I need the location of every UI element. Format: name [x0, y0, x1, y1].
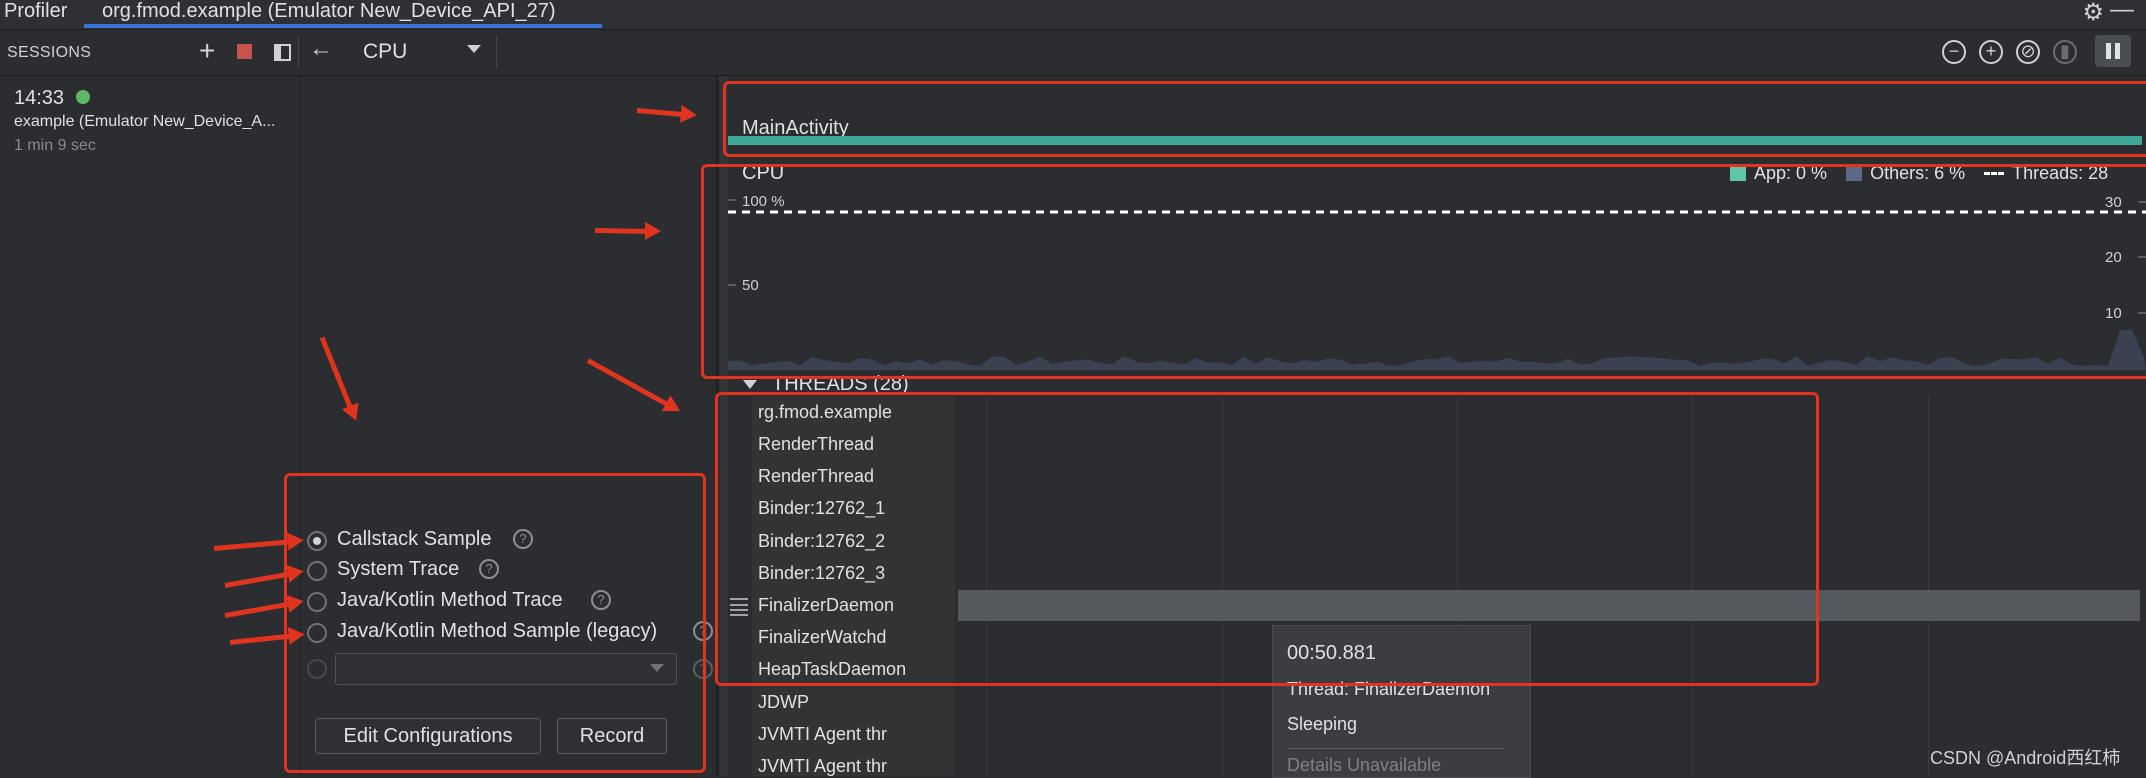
annotation-arrow	[594, 228, 652, 234]
annotation-box-config	[284, 473, 706, 773]
zoom-in-icon[interactable]: +	[1979, 40, 2003, 64]
stop-icon[interactable]	[237, 44, 252, 59]
tab-app-session[interactable]: org.fmod.example (Emulator New_Device_AP…	[102, 0, 556, 22]
annotation-box-cpu	[701, 164, 2146, 379]
toolbar-divider	[496, 36, 497, 68]
grid-line	[1928, 396, 1929, 776]
add-session-icon[interactable]: +	[199, 37, 215, 65]
reset-zoom-icon[interactable]: ⊘	[2016, 40, 2040, 64]
watermark: CSDN @Android西红柿	[1930, 748, 2121, 768]
chevron-down-icon[interactable]	[467, 45, 481, 53]
session-live-indicator	[76, 90, 90, 104]
tooltip-details: Details Unavailable	[1287, 755, 1442, 775]
thread-row[interactable]: JVMTI Agent thr	[758, 724, 887, 745]
sessions-label: SESSIONS	[7, 44, 92, 61]
attach-live-icon[interactable]: ▮	[2053, 40, 2077, 64]
tooltip-state: Sleeping	[1287, 714, 1358, 734]
thread-row[interactable]: JDWP	[758, 692, 809, 713]
pause-button[interactable]	[2095, 35, 2131, 67]
profiler-select[interactable]: CPU	[363, 40, 407, 64]
zoom-out-icon[interactable]: −	[1942, 40, 1966, 64]
minimize-icon[interactable]: —	[2110, 0, 2134, 24]
sessions-sidebar	[0, 76, 302, 776]
annotation-box-activity	[723, 81, 2146, 157]
toolbar-divider	[298, 36, 299, 68]
annotation-box-threads	[715, 392, 1819, 686]
tab-profiler[interactable]: Profiler	[4, 0, 67, 22]
session-duration: 1 min 9 sec	[14, 137, 96, 154]
active-tab-indicator	[84, 24, 602, 28]
session-name[interactable]: example (Emulator New_Device_A...	[14, 113, 299, 131]
session-time[interactable]: 14:33	[14, 87, 64, 110]
back-arrow-icon[interactable]: ←	[309, 37, 333, 61]
toggle-panel-icon[interactable]	[274, 44, 291, 61]
gear-icon[interactable]: ⚙	[2082, 0, 2104, 27]
thread-row[interactable]: JVMTI Agent thr	[758, 756, 887, 777]
collapse-threads-icon[interactable]	[743, 380, 757, 389]
tooltip-divider	[1287, 748, 1505, 749]
